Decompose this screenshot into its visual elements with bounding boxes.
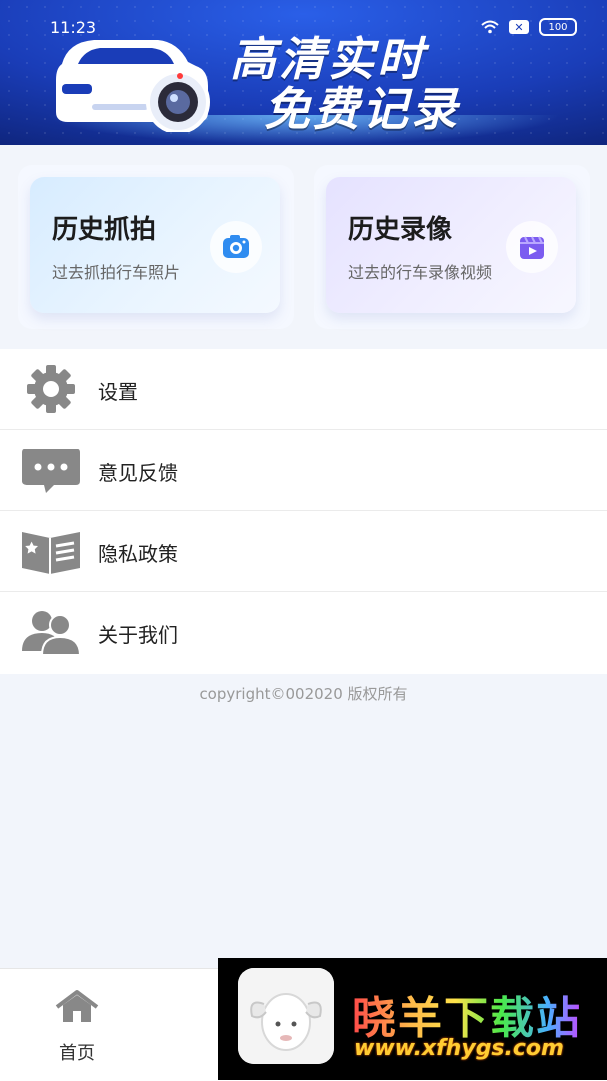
menu-label: 意见反馈 — [98, 461, 178, 485]
card-history-videos[interactable]: 历史录像 过去的行车录像视频 — [326, 177, 576, 313]
feature-cards: 历史抓拍 过去抓拍行车照片 历史录像 过去的行车录像视频 — [0, 145, 607, 349]
video-icon — [506, 221, 558, 273]
menu-label: 关于我们 — [98, 623, 178, 647]
copyright-text: copyright©002020 版权所有 — [199, 685, 408, 703]
sim-x-icon: ✕ — [509, 20, 529, 34]
watermark-url: www.xfhygs.com — [354, 1036, 564, 1061]
tab-home[interactable]: 首页 — [32, 989, 122, 1065]
book-icon — [22, 532, 80, 574]
menu-label: 隐私政策 — [98, 542, 178, 566]
banner-headline: 高清实时 免费记录 — [230, 34, 460, 134]
settings-menu: 设置 意见反馈 隐私政策 关于我们 — [0, 349, 607, 674]
menu-item-about[interactable]: 关于我们 — [0, 592, 607, 674]
camera-icon — [210, 221, 262, 273]
tab-label: 首页 — [59, 1043, 95, 1064]
headline-line1: 高清实时 — [230, 32, 426, 86]
chat-icon — [22, 449, 80, 493]
menu-item-privacy[interactable]: 隐私政策 — [0, 511, 607, 592]
header-banner: 11:23 ✕ 100 高清实时 免费记录 — [0, 0, 607, 145]
car-camera-logo — [56, 40, 210, 132]
status-icons: ✕ 100 — [481, 18, 577, 36]
card-history-videos-wrap: 历史录像 过去的行车录像视频 — [314, 165, 590, 329]
card-subtitle: 过去的行车录像视频 — [348, 263, 493, 282]
wifi-icon — [481, 20, 499, 34]
gear-icon — [27, 365, 75, 413]
battery-level: 100 — [548, 21, 568, 33]
headline-line2: 免费记录 — [264, 82, 460, 136]
menu-item-settings[interactable]: 设置 — [0, 349, 607, 430]
battery-icon: 100 — [539, 18, 577, 36]
users-icon — [22, 611, 82, 656]
card-history-photos[interactable]: 历史抓拍 过去抓拍行车照片 — [30, 177, 280, 313]
card-history-photos-wrap: 历史抓拍 过去抓拍行车照片 — [18, 165, 294, 329]
menu-item-feedback[interactable]: 意见反馈 — [0, 430, 607, 511]
home-icon — [55, 990, 99, 1022]
watermark-overlay: 晓羊下载站 www.xfhygs.com — [218, 958, 607, 1080]
card-subtitle: 过去抓拍行车照片 — [52, 263, 181, 282]
menu-label: 设置 — [98, 380, 138, 404]
card-title: 历史抓拍 — [52, 215, 157, 245]
card-title: 历史录像 — [348, 215, 453, 245]
sheep-logo-icon — [238, 968, 334, 1064]
